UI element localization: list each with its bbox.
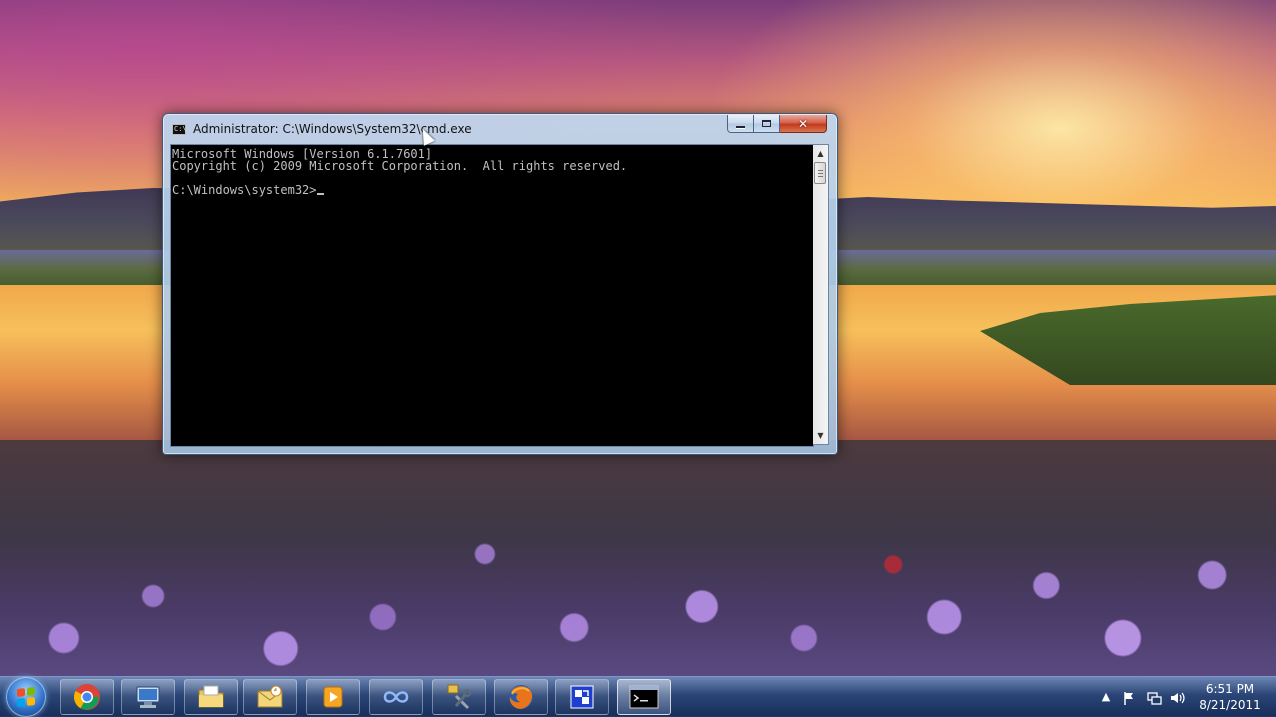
- minimize-button[interactable]: [727, 115, 754, 133]
- wallpaper-flowers: [0, 470, 1276, 680]
- chrome-icon: [74, 684, 100, 710]
- console-prompt-line[interactable]: C:\Windows\system32>: [172, 184, 324, 196]
- cmd-window[interactable]: C:\ Administrator: C:\Windows\System32\c…: [162, 113, 838, 455]
- thumb-grip-line: [818, 173, 823, 174]
- console-output[interactable]: Microsoft Windows [Version 6.1.7601] Cop…: [170, 144, 814, 447]
- scroll-thumb[interactable]: [814, 162, 826, 184]
- taskbar-windows-explorer[interactable]: [184, 679, 238, 715]
- show-hidden-icons-button[interactable]: ▲: [1099, 691, 1113, 703]
- scroll-down-arrow-icon: ▼: [817, 431, 824, 440]
- scroll-up-button[interactable]: ▲: [813, 146, 828, 161]
- chevron-up-icon: ▲: [1101, 690, 1111, 703]
- console-line-copyright: Copyright (c) 2009 Microsoft Corporation…: [172, 159, 628, 173]
- minimize-icon: [736, 125, 745, 128]
- volume-button[interactable]: [1170, 691, 1185, 704]
- command-prompt-icon: [629, 685, 659, 709]
- volume-icon: [1171, 692, 1185, 704]
- taskbar-remote-app[interactable]: [555, 679, 609, 715]
- remote-app-icon: [570, 685, 594, 709]
- windows-explorer-icon: [198, 685, 224, 708]
- firefox-icon: [509, 685, 533, 709]
- taskbar-remote-desktop[interactable]: [121, 679, 175, 715]
- taskbar-firefox[interactable]: [494, 679, 548, 715]
- network-button[interactable]: [1147, 691, 1162, 705]
- remote-desktop-icon: [136, 686, 160, 708]
- maximize-icon: [762, 120, 771, 127]
- infinity-app-icon: [383, 691, 409, 703]
- taskbar-clock[interactable]: 6:51 PM 8/21/2011: [1190, 681, 1270, 713]
- console-icon[interactable]: C:\: [172, 124, 187, 135]
- windows-logo-icon: [17, 687, 35, 707]
- text-cursor: [316, 193, 324, 195]
- console-prompt: C:\Windows\system32>: [172, 183, 317, 197]
- taskbar: ▲ 6:51 PM 8/21/2011: [0, 676, 1276, 717]
- taskbar-mail[interactable]: [243, 679, 297, 715]
- clock-date: 8/21/2011: [1199, 698, 1261, 712]
- vertical-scrollbar[interactable]: ▲ ▼: [813, 144, 829, 445]
- media-player-icon: [323, 686, 343, 708]
- scroll-up-arrow-icon: ▲: [817, 149, 824, 158]
- thumb-grip-line: [818, 176, 823, 177]
- close-button[interactable]: ✕: [780, 115, 827, 133]
- maximize-button[interactable]: [754, 115, 780, 133]
- scroll-down-button[interactable]: ▼: [813, 428, 828, 443]
- taskbar-media-player[interactable]: [306, 679, 360, 715]
- mail-icon: [257, 685, 283, 708]
- taskbar-chrome[interactable]: [60, 679, 114, 715]
- taskbar-command-prompt[interactable]: [617, 679, 671, 715]
- close-icon: ✕: [797, 116, 809, 131]
- taskbar-infinity-app[interactable]: [369, 679, 423, 715]
- action-center-icon: [1124, 692, 1133, 705]
- taskbar-tools[interactable]: [432, 679, 486, 715]
- start-button[interactable]: [6, 677, 46, 717]
- thumb-grip-line: [818, 170, 823, 171]
- action-center-button[interactable]: [1122, 691, 1136, 705]
- tools-icon: [447, 684, 471, 710]
- network-icon: [1147, 692, 1162, 705]
- clock-time: 6:51 PM: [1205, 682, 1255, 696]
